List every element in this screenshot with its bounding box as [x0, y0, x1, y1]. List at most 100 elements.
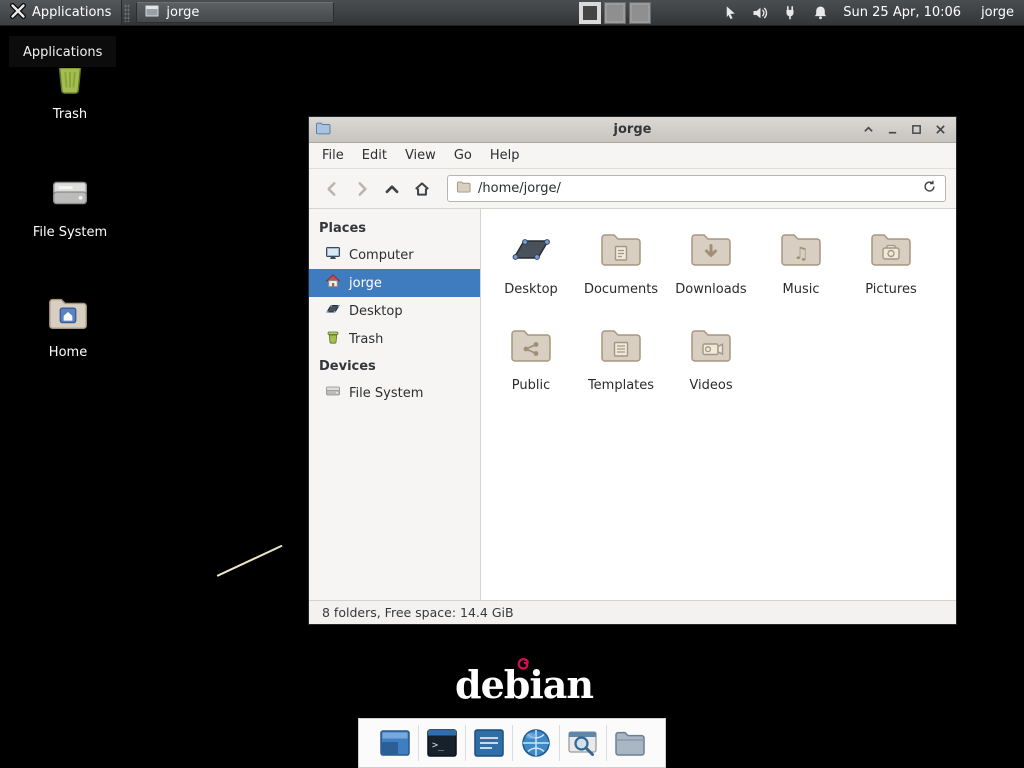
text-terminal-icon — [471, 725, 507, 761]
wallpaper-scratch-line — [217, 545, 283, 577]
sidebar-item-desktop[interactable]: Desktop — [309, 297, 480, 325]
show-desktop-launcher[interactable] — [372, 721, 418, 765]
file-manager-window: jorge File Edit View Go Help — [308, 116, 957, 625]
path-folder-icon — [456, 179, 471, 198]
folder-label: Documents — [584, 282, 658, 297]
taskbar-window-label: jorge — [166, 5, 199, 20]
applications-tooltip: Applications — [8, 35, 117, 68]
sidebar-item-label: jorge — [349, 276, 382, 291]
sidebar-item-label: Desktop — [349, 304, 403, 319]
window-body: Places Computer jorge Desktop — [309, 209, 956, 600]
folder-documents[interactable]: Documents — [576, 225, 666, 321]
folder-icon — [612, 725, 648, 761]
statusbar: 8 folders, Free space: 14.4 GiB — [309, 600, 956, 624]
session-user-label[interactable]: jorge — [981, 5, 1014, 20]
applications-menu-button[interactable]: Applications — [0, 0, 122, 25]
file-icon-view: Desktop Documents — [481, 209, 956, 600]
pointer-icon[interactable] — [721, 4, 739, 22]
desktop-surface-icon — [507, 225, 555, 277]
folder-templates[interactable]: Templates — [576, 321, 666, 417]
places-header: Places — [309, 215, 480, 241]
desktop-icon-label: Trash — [53, 107, 87, 122]
power-plug-icon[interactable] — [781, 4, 799, 22]
system-tray — [579, 2, 651, 24]
menu-help[interactable]: Help — [481, 145, 529, 166]
menu-edit[interactable]: Edit — [353, 145, 396, 166]
maximize-button[interactable] — [906, 120, 926, 140]
home-button[interactable] — [409, 176, 435, 202]
computer-icon — [325, 245, 341, 265]
path-text[interactable]: /home/jorge/ — [478, 181, 915, 196]
application-finder-launcher[interactable] — [560, 721, 606, 765]
downloads-folder-icon — [687, 225, 735, 277]
shade-button[interactable] — [858, 120, 878, 140]
svg-text:>_: >_ — [432, 740, 445, 751]
devices-header: Devices — [309, 353, 480, 379]
menu-view[interactable]: View — [396, 145, 445, 166]
back-button[interactable] — [319, 176, 345, 202]
templates-folder-icon — [597, 321, 645, 373]
debian-swirl-icon — [514, 657, 531, 674]
sidebar-item-label: File System — [349, 386, 423, 401]
text-terminal-launcher[interactable] — [466, 721, 512, 765]
bottom-dock: >_ — [358, 718, 666, 768]
svg-text:♫: ♫ — [793, 244, 808, 264]
debian-logo: debian — [455, 662, 585, 710]
forward-button[interactable] — [349, 176, 375, 202]
terminal-launcher[interactable]: >_ — [419, 721, 465, 765]
taskbar-window-icon — [145, 4, 159, 22]
minimize-button[interactable] — [882, 120, 902, 140]
location-bar[interactable]: /home/jorge/ — [447, 175, 946, 202]
sidebar-item-trash[interactable]: Trash — [309, 325, 480, 353]
applications-menu-label: Applications — [32, 5, 111, 20]
desktop-icon-file-system[interactable]: File System — [20, 170, 120, 240]
volume-icon[interactable] — [751, 4, 769, 22]
reload-icon[interactable] — [922, 179, 937, 198]
sidebar-item-jorge[interactable]: jorge — [309, 269, 480, 297]
clock[interactable]: Sun 25 Apr, 10:06 — [843, 5, 961, 20]
folder-downloads[interactable]: Downloads — [666, 225, 756, 321]
desktop-icon-label: File System — [33, 225, 107, 240]
tray-app-square-icon[interactable] — [604, 2, 626, 24]
folder-public[interactable]: Public — [486, 321, 576, 417]
window-titlebar[interactable]: jorge — [309, 117, 956, 143]
documents-folder-icon — [597, 225, 645, 277]
folder-label: Templates — [588, 378, 654, 393]
menu-go[interactable]: Go — [445, 145, 481, 166]
folder-music[interactable]: ♫ Music — [756, 225, 846, 321]
drive-icon — [325, 383, 341, 403]
sidebar-item-computer[interactable]: Computer — [309, 241, 480, 269]
home-icon — [325, 273, 341, 293]
panel-right-area: Sun 25 Apr, 10:06 jorge — [579, 2, 1024, 24]
bell-icon[interactable] — [811, 4, 829, 22]
statusbar-text: 8 folders, Free space: 14.4 GiB — [322, 605, 514, 620]
folder-label: Videos — [689, 378, 732, 393]
tray-window-frame-icon[interactable] — [579, 2, 601, 24]
top-panel: Applications jorge Sun 25 Apr, 10:06 jor… — [0, 0, 1024, 26]
tray-app-square-icon[interactable] — [629, 2, 651, 24]
folder-label: Pictures — [865, 282, 916, 297]
sidebar-item-file-system[interactable]: File System — [309, 379, 480, 407]
music-folder-icon: ♫ — [777, 225, 825, 277]
desktop-surface-icon — [325, 301, 341, 321]
desktop-icon-home[interactable]: Home — [18, 290, 118, 360]
file-manager-launcher[interactable] — [607, 721, 653, 765]
panel-separator-handle — [124, 4, 130, 22]
folder-label: Desktop — [504, 282, 558, 297]
web-browser-launcher[interactable] — [513, 721, 559, 765]
folder-pictures[interactable]: Pictures — [846, 225, 936, 321]
public-folder-icon — [507, 321, 555, 373]
videos-folder-icon — [687, 321, 735, 373]
sidebar-item-label: Trash — [349, 332, 383, 347]
taskbar-window-button[interactable]: jorge — [136, 2, 334, 23]
toolbar: /home/jorge/ — [309, 169, 956, 209]
close-button[interactable] — [930, 120, 950, 140]
drive-icon — [47, 170, 93, 220]
menubar: File Edit View Go Help — [309, 143, 956, 169]
folder-label: Public — [512, 378, 550, 393]
sidebar-item-label: Computer — [349, 248, 414, 263]
up-button[interactable] — [379, 176, 405, 202]
menu-file[interactable]: File — [313, 145, 353, 166]
folder-desktop[interactable]: Desktop — [486, 225, 576, 321]
folder-videos[interactable]: Videos — [666, 321, 756, 417]
